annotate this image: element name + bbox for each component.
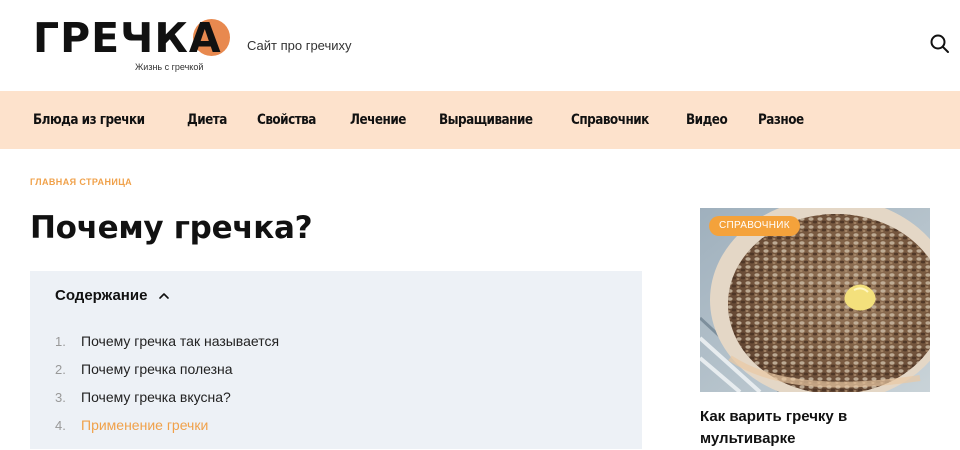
toc-item-label: Почему гречка так называется xyxy=(81,333,280,349)
toc-title: Содержание xyxy=(55,287,148,304)
card-title-link[interactable]: Как варить гречку в мультиварке xyxy=(700,406,930,450)
site-header: ГРЕЧКА Жизнь с гречкой Сайт про гречиху xyxy=(0,0,960,90)
toc-item-label: Почему гречка полезна xyxy=(81,361,233,377)
main-nav: Блюда из гречки Диета Свойства Лечение В… xyxy=(0,91,960,149)
nav-item-dishes[interactable]: Блюда из гречки xyxy=(33,112,145,128)
page-title: Почему гречка? xyxy=(30,210,313,246)
nav-item-growing[interactable]: Выращивание xyxy=(439,112,533,128)
toc-item[interactable]: 1. Почему гречка так называется xyxy=(55,327,279,355)
toc-item-number: 2. xyxy=(55,361,66,377)
nav-item-properties[interactable]: Свойства xyxy=(257,112,316,128)
nav-item-treatment[interactable]: Лечение xyxy=(350,112,406,128)
search-icon[interactable] xyxy=(928,32,952,56)
toc-toggle[interactable]: Содержание xyxy=(55,287,171,304)
site-logo[interactable]: ГРЕЧКА Жизнь с гречкой xyxy=(33,16,233,76)
site-tagline: Сайт про гречиху xyxy=(247,38,352,53)
logo-text: ГРЕЧКА xyxy=(33,14,222,62)
nav-item-diet[interactable]: Диета xyxy=(187,112,227,128)
card-image[interactable]: Справочник xyxy=(700,208,930,392)
toc-item-label: Почему гречка вкусна? xyxy=(81,389,231,405)
toc-item[interactable]: 3. Почему гречка вкусна? xyxy=(55,383,279,411)
sidebar-article-card: Справочник Как варить гречку в мультивар… xyxy=(700,208,930,448)
nav-list: Блюда из гречки Диета Свойства Лечение В… xyxy=(33,91,835,149)
toc-list: 1. Почему гречка так называется 2. Почем… xyxy=(55,327,279,439)
toc-item-label: Применение гречки xyxy=(81,417,209,433)
nav-item-reference[interactable]: Справочник xyxy=(571,112,649,128)
logo-subtitle: Жизнь с гречкой xyxy=(135,62,204,72)
nav-item-misc[interactable]: Разное xyxy=(758,112,804,128)
toc-item-number: 3. xyxy=(55,389,66,405)
toc-item[interactable]: 2. Почему гречка полезна xyxy=(55,355,279,383)
toc-item-number: 4. xyxy=(55,417,66,433)
chevron-up-icon xyxy=(159,292,170,299)
breadcrumb-home-link[interactable]: Главная страница xyxy=(30,177,132,187)
table-of-contents: Содержание 1. Почему гречка так называет… xyxy=(30,271,642,449)
category-badge[interactable]: Справочник xyxy=(709,216,800,236)
toc-item-active[interactable]: 4. Применение гречки xyxy=(55,411,279,439)
toc-item-number: 1. xyxy=(55,333,66,349)
nav-item-video[interactable]: Видео xyxy=(686,112,728,128)
